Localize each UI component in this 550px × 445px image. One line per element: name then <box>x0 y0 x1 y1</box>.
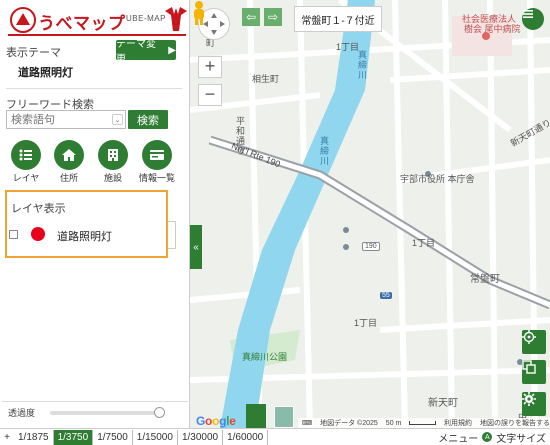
hamburger-icon <box>523 10 533 18</box>
facility-button[interactable] <box>98 140 128 170</box>
map-label-river-a: 真締川 <box>357 50 367 80</box>
opacity-slider[interactable] <box>50 411 160 415</box>
map-attribution: ⌨ 地図データ ©2025 50 m 利用規約 地図の誤りを報告する <box>298 418 550 428</box>
logo-mark-icon <box>10 7 36 33</box>
opacity-slider-handle[interactable] <box>154 407 165 418</box>
app-name: うべマップ <box>38 14 126 33</box>
building-icon <box>108 149 118 161</box>
app-subname: UBE-MAP <box>126 14 166 23</box>
layer-color-dot-icon <box>31 227 45 241</box>
history-forward-button[interactable]: ⇨ <box>264 8 282 26</box>
gear-icon <box>522 392 536 406</box>
scale-option[interactable]: 1/60000 <box>223 429 269 445</box>
scale-option-active[interactable]: 1/3750 <box>53 429 94 445</box>
keyword-field: ⌄ <box>6 110 126 129</box>
layers-switch-button[interactable] <box>522 360 546 384</box>
change-theme-label: テーマ変更 <box>116 39 156 65</box>
settings-button[interactable] <box>522 392 546 416</box>
crosshair-icon <box>522 330 536 344</box>
map-label-aioi: 相生町 <box>252 74 280 84</box>
map-label-park: 真締川公園 <box>242 352 288 362</box>
route-shield-190: 190 <box>362 242 380 251</box>
map-view[interactable]: 社会医療法人 樹会 尾中病院 相生町 宇部市役所 本庁舎 常盤町 1丁目 1丁目… <box>190 0 550 428</box>
side-panel: うべマップ UBE-MAP 表示テーマ テーマ変更 ▶ 道路照明灯 フリーワード… <box>0 0 190 428</box>
map-data-credit: 地図データ ©2025 <box>320 420 378 427</box>
search-button[interactable]: 検索 <box>128 110 168 129</box>
scale-option[interactable]: 1/1875 <box>14 429 54 445</box>
map-label-hospital-2: 樹会 尾中病院 <box>464 24 521 34</box>
info-list-button-label: 情報一覧 <box>138 173 175 183</box>
facility-button-label: 施設 <box>103 173 122 183</box>
play-icon: ▶ <box>168 44 176 56</box>
theme-label: 表示テーマ <box>6 47 61 59</box>
info-list-button[interactable] <box>142 140 172 170</box>
zoom-out-button[interactable]: − <box>198 84 222 106</box>
google-logo: Google <box>196 414 236 428</box>
map-canvas <box>190 0 550 428</box>
card-icon <box>150 150 164 160</box>
map-label-chome-1b: 1丁目 <box>412 238 436 248</box>
home-icon <box>62 149 76 161</box>
layer-item[interactable]: 道路照明灯 <box>7 224 166 246</box>
opacity-control: 透過度 <box>6 404 172 420</box>
scale-option[interactable]: 1/15000 <box>133 429 178 445</box>
terms-link[interactable]: 利用規約 <box>444 418 472 428</box>
map-label-river-b: 真締川 <box>319 136 329 166</box>
font-size-icon: A <box>482 432 493 442</box>
route-shield-55: 55 <box>380 292 392 299</box>
current-location-label: 常盤町１-７付近 <box>294 6 382 32</box>
collapse-panel-button[interactable]: « <box>190 225 202 269</box>
arrow-left-icon: ⇦ <box>245 10 257 24</box>
change-theme-button[interactable]: テーマ変更 ▶ <box>116 39 176 65</box>
list-icon <box>19 149 32 161</box>
scale-plus[interactable]: + <box>0 432 14 443</box>
address-button[interactable] <box>54 140 84 170</box>
layer-item-label: 道路照明灯 <box>57 231 112 243</box>
layer-button-label: レイヤ <box>12 173 40 183</box>
menu-link[interactable]: メニュー <box>438 430 478 445</box>
current-theme: 道路照明灯 <box>18 67 73 79</box>
chevron-down-icon[interactable]: ⌄ <box>112 114 123 125</box>
zoom-in-button[interactable]: + <box>198 56 222 78</box>
address-button-label: 住所 <box>59 173 78 183</box>
scale-option[interactable]: 1/7500 <box>93 429 133 445</box>
street-view-button[interactable] <box>246 404 266 428</box>
arrow-right-icon: ⇨ <box>267 10 279 24</box>
layer-display-panel: レイヤ表示 道路照明灯 <box>5 190 168 258</box>
layer-button[interactable] <box>11 140 41 170</box>
current-location-button[interactable] <box>522 330 546 354</box>
menu-button[interactable] <box>522 8 544 30</box>
double-chevron-left-icon: « <box>193 241 199 253</box>
map-label-heiwa: 平和通り <box>235 116 245 156</box>
keyboard-icon: ⌨ <box>302 420 313 427</box>
map-label-shintsubo: 新天町 <box>428 398 458 409</box>
report-error-link[interactable]: 地図の誤りを報告する <box>480 418 550 428</box>
map-label-chome-1c: 1丁目 <box>354 318 378 328</box>
scale-option[interactable]: 1/30000 <box>178 429 224 445</box>
layer-row-edge <box>168 221 176 249</box>
layer-display-title: レイヤ表示 <box>11 203 66 215</box>
scale-bar <box>409 421 436 425</box>
scale-bar-footer: + 1/1875 1/3750 1/7500 1/15000 1/30000 1… <box>0 428 550 445</box>
app-logo[interactable]: うべマップ UBE-MAP <box>8 5 187 35</box>
satellite-toggle-button[interactable] <box>274 406 294 428</box>
history-back-button[interactable]: ⇦ <box>242 8 260 26</box>
logo-monument-icon <box>165 7 187 31</box>
font-size-link[interactable]: 文字サイズ <box>496 430 546 445</box>
street-view-pegman-icon[interactable] <box>190 0 208 26</box>
divider <box>6 88 182 89</box>
copy-icon <box>522 360 536 374</box>
opacity-label: 透過度 <box>8 408 36 418</box>
divider <box>2 401 188 402</box>
map-label-city-hall: 宇部市役所 本庁舎 <box>400 174 475 184</box>
map-label-tokiwa: 常盤町 <box>470 274 500 285</box>
keyword-input[interactable] <box>7 111 125 128</box>
layer-checkbox[interactable] <box>9 230 18 239</box>
scale-label: 50 m <box>385 419 402 427</box>
